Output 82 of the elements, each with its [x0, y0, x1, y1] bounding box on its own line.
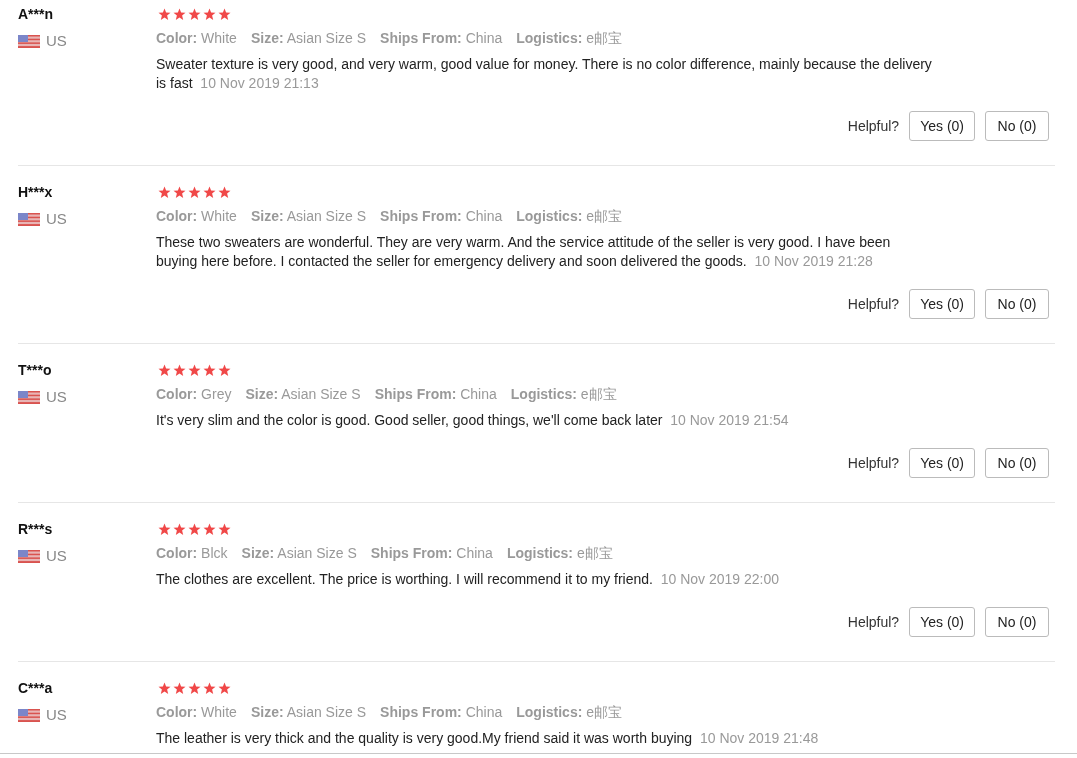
star-icon: [173, 363, 186, 377]
flag-icon: [18, 212, 40, 226]
yes-button[interactable]: Yes (0): [909, 607, 975, 637]
helpful-label: Helpful?: [847, 614, 900, 630]
helpful-label: Helpful?: [847, 118, 900, 134]
reviewer-name: C***a: [18, 679, 54, 697]
product-attribute: Logistics: e邮宝: [506, 544, 613, 563]
flag-icon: [18, 708, 40, 722]
star-icon: [188, 363, 201, 377]
review-date: 10 Nov 2019 21:54: [670, 412, 789, 428]
product-attribute: Ships From: China: [380, 29, 503, 48]
yes-button[interactable]: Yes (0): [909, 448, 975, 478]
star-icon: [218, 681, 231, 695]
review-date: 10 Nov 2019 22:00: [660, 571, 780, 587]
star-icon: [158, 7, 171, 21]
product-attribute: Size: Asian Size S: [250, 29, 367, 48]
star-icon: [158, 681, 171, 695]
star-icon: [218, 522, 231, 536]
star-icon: [203, 522, 216, 536]
country-code: US: [46, 547, 67, 565]
product-attribute: Ships From: China: [374, 385, 497, 404]
review-text: It's very slim and the color is good. Good seller, good things, we'll come back later 10 Nov 2019 21:54: [156, 411, 790, 430]
star-icon: [188, 522, 201, 536]
star-icon: [218, 363, 231, 377]
review-text: The leather is very thick and the quality is very good.My friend said it was worth buying 10 Nov 2019 21:48: [156, 729, 820, 748]
star-icon: [188, 7, 201, 21]
product-attribute: Logistics: e邮宝: [516, 703, 623, 722]
no-button[interactable]: No (0): [985, 289, 1049, 319]
star-icon: [203, 185, 216, 199]
review-date: 10 Nov 2019 21:48: [699, 730, 819, 746]
reviewer-name: R***s: [18, 520, 54, 538]
star-icon: [173, 522, 186, 536]
star-icon: [173, 185, 186, 199]
reviewer-name: H***x: [18, 183, 54, 201]
product-attribute: Color: White: [156, 703, 237, 722]
review-date: 10 Nov 2019 21:13: [200, 75, 319, 91]
star-icon: [203, 681, 216, 695]
reviewer-name: A***n: [18, 5, 54, 23]
product-attribute: Size: Asian Size S: [241, 544, 357, 563]
product-attribute: Size: Asian Size S: [245, 385, 361, 404]
country-code: US: [46, 32, 67, 50]
product-attribute: Logistics: e邮宝: [516, 29, 623, 48]
star-icon: [203, 7, 216, 21]
star-icon: [218, 7, 231, 21]
star-icon: [203, 363, 216, 377]
star-icon: [173, 7, 186, 21]
product-attribute: Color: Grey: [156, 385, 232, 404]
product-attribute: Ships From: China: [380, 703, 503, 722]
star-icon: [158, 363, 171, 377]
review-text: Sweater texture is very good, and very warm, good value for money. There is no color difference, mainly because the delivery is fast 10 Nov 2019 21:13: [156, 55, 932, 93]
review-text: These two sweaters are wonderful. They are very warm. And the service attitude of the seller is very good. I have been buying here before. I contacted the seller for emergency delivery and soon delivered the goods. 10 Nov 2019 21:28: [156, 233, 892, 271]
star-icon: [218, 185, 231, 199]
star-icon: [173, 681, 186, 695]
flag-icon: [18, 549, 40, 563]
star-icon: [188, 681, 201, 695]
star-icon: [158, 185, 171, 199]
review-date: 10 Nov 2019 21:28: [754, 253, 873, 269]
product-attribute: Size: Asian Size S: [250, 207, 367, 226]
country-code: US: [46, 210, 67, 228]
no-button[interactable]: No (0): [985, 111, 1049, 141]
product-attribute: Color: White: [156, 207, 237, 226]
yes-button[interactable]: Yes (0): [909, 289, 975, 319]
star-icon: [158, 522, 171, 536]
product-attribute: Logistics: e邮宝: [510, 385, 617, 404]
star-icon: [188, 185, 201, 199]
helpful-label: Helpful?: [847, 296, 900, 312]
flag-icon: [18, 34, 40, 48]
no-button[interactable]: No (0): [985, 607, 1049, 637]
product-attribute: Color: White: [156, 29, 237, 48]
no-button[interactable]: No (0): [985, 448, 1049, 478]
country-code: US: [46, 388, 67, 406]
yes-button[interactable]: Yes (0): [909, 111, 975, 141]
product-attribute: Color: Blck: [156, 544, 228, 563]
flag-icon: [18, 390, 40, 404]
helpful-label: Helpful?: [847, 455, 900, 471]
review-text: The clothes are excellent. The price is worthing. I will recommend it to my friend. 10 Nov 2019 22:00: [156, 570, 781, 589]
product-attribute: Logistics: e邮宝: [516, 207, 623, 226]
product-attribute: Size: Asian Size S: [250, 703, 367, 722]
product-attribute: Ships From: China: [380, 207, 503, 226]
country-code: US: [46, 706, 67, 724]
product-attribute: Ships From: China: [370, 544, 493, 563]
reviewer-name: T***o: [18, 361, 53, 379]
